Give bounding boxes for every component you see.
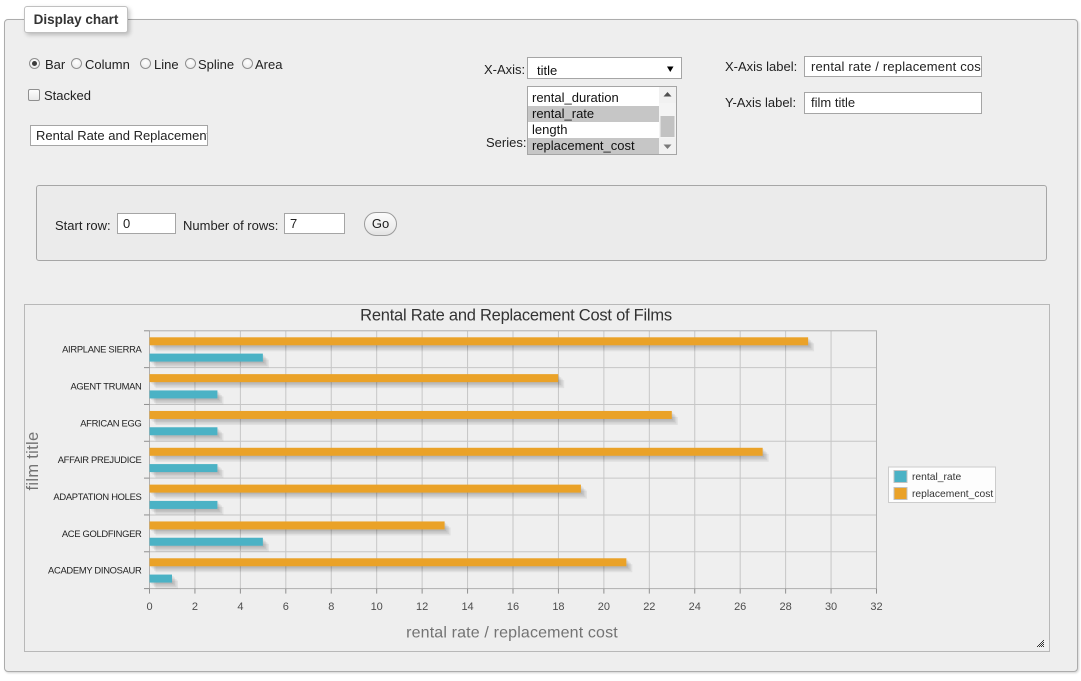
- svg-text:10: 10: [371, 601, 383, 613]
- svg-text:22: 22: [643, 601, 655, 613]
- svg-text:ACADEMY DINOSAUR: ACADEMY DINOSAUR: [48, 565, 142, 576]
- svg-text:AGENT TRUMAN: AGENT TRUMAN: [70, 381, 141, 392]
- svg-text:12: 12: [416, 601, 428, 613]
- svg-text:rental rate / replacement cost: rental rate / replacement cost: [406, 625, 618, 642]
- svg-text:18: 18: [552, 601, 564, 613]
- svg-text:0: 0: [146, 601, 152, 613]
- svg-text:film title: film title: [25, 432, 42, 491]
- svg-text:8: 8: [328, 601, 334, 613]
- svg-text:30: 30: [825, 601, 837, 613]
- svg-text:ACE GOLDFINGER: ACE GOLDFINGER: [62, 528, 142, 539]
- svg-text:4: 4: [237, 601, 243, 613]
- svg-text:20: 20: [598, 601, 610, 613]
- svg-text:AIRPLANE SIERRA: AIRPLANE SIERRA: [62, 344, 142, 355]
- svg-text:28: 28: [780, 601, 792, 613]
- svg-text:24: 24: [689, 601, 701, 613]
- svg-text:6: 6: [283, 601, 289, 613]
- svg-text:rental_rate: rental_rate: [912, 472, 962, 483]
- svg-text:AFFAIR PREJUDICE: AFFAIR PREJUDICE: [58, 454, 142, 465]
- svg-text:26: 26: [734, 601, 746, 613]
- svg-text:AFRICAN EGG: AFRICAN EGG: [80, 417, 141, 428]
- svg-text:Rental Rate and Replacement Co: Rental Rate and Replacement Cost of Film…: [360, 307, 672, 325]
- svg-text:14: 14: [461, 601, 473, 613]
- svg-text:32: 32: [870, 601, 882, 613]
- svg-text:replacement_cost: replacement_cost: [912, 489, 993, 500]
- svg-text:2: 2: [192, 601, 198, 613]
- svg-text:16: 16: [507, 601, 519, 613]
- svg-text:ADAPTATION HOLES: ADAPTATION HOLES: [53, 491, 141, 502]
